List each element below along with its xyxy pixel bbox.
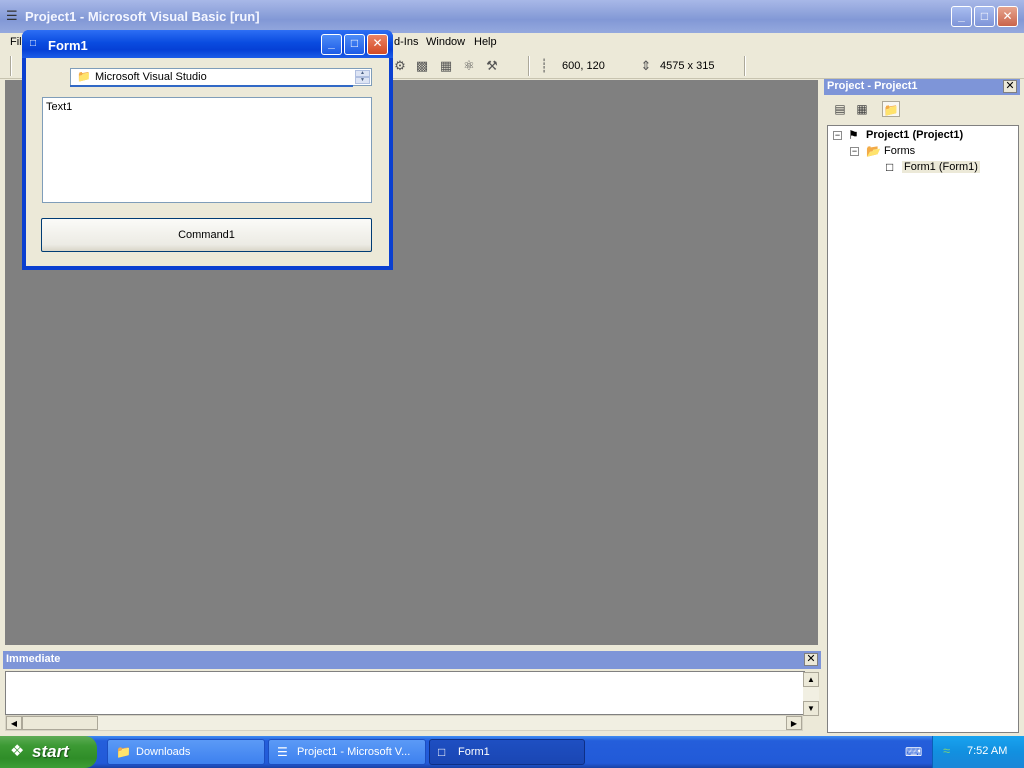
vb-app-icon: ☰ — [277, 745, 288, 759]
taskbar-item-vb[interactable]: ☰ Project1 - Microsoft V... — [268, 739, 426, 765]
data-view-icon[interactable]: ⚙ — [392, 58, 408, 74]
workspace-edge — [818, 80, 822, 645]
toolbar-separator — [528, 56, 530, 76]
immediate-title[interactable]: Immediate ✕ — [3, 651, 821, 669]
taskbar-item-downloads[interactable]: 📁 Downloads — [107, 739, 265, 765]
size-readout: 4575 x 315 — [660, 60, 715, 72]
immediate-input[interactable] — [5, 671, 805, 715]
scroll-right-arrow[interactable]: ▶ — [786, 716, 802, 730]
tree-item-forms[interactable]: Forms — [884, 145, 915, 157]
start-label: start — [32, 742, 69, 761]
view-object-icon[interactable]: ▦ — [853, 101, 871, 117]
project-explorer-title[interactable]: Project - Project1 ✕ — [824, 79, 1020, 95]
keyboard-icon[interactable]: ⌨ — [905, 746, 922, 758]
menu-addins[interactable]: d-Ins — [394, 36, 418, 48]
vb-app-icon: ☰ — [6, 8, 18, 23]
directory-list-scroller[interactable]: ▲ ▼ — [355, 70, 370, 84]
directory-list[interactable]: 📁 Microsoft Visual Studio ▲ ▼ — [70, 68, 372, 86]
immediate-close-button[interactable]: ✕ — [804, 653, 818, 666]
windows-logo-icon: ❖ — [10, 743, 25, 760]
form-window-icon: □ — [30, 38, 37, 49]
toggle-folders-icon[interactable]: 📁 — [882, 101, 900, 117]
project-explorer-title-text: Project - Project1 — [827, 80, 918, 92]
toolbox-icon[interactable]: ⚛ — [461, 58, 477, 74]
form1-minimize-button[interactable]: _ — [321, 34, 342, 55]
form1-maximize-button[interactable]: □ — [344, 34, 365, 55]
form1-titlebar[interactable]: □ Form1 _ □ ✕ — [22, 30, 393, 58]
folder-open-icon: 📂 — [866, 144, 881, 158]
spin-up-arrow[interactable]: ▲ — [355, 70, 370, 77]
form-layout-icon[interactable]: ▩ — [414, 58, 430, 74]
taskbar-label-vb: Project1 - Microsoft V... — [297, 746, 411, 758]
toolbar-grip — [10, 56, 12, 76]
minimize-button[interactable]: _ — [951, 6, 972, 27]
immediate-vscrollbar[interactable]: ▲ ▼ — [803, 672, 819, 716]
main-title: Project1 - Microsoft Visual Basic [run] — [25, 9, 260, 24]
text1-textbox[interactable]: Text1 — [42, 97, 372, 203]
form-window-icon: □ — [438, 745, 446, 759]
project-explorer: Project - Project1 ✕ ▤ ▦ 📁 − ⚑ Project1 … — [824, 79, 1020, 735]
menu-help[interactable]: Help — [474, 36, 497, 48]
taskbar-label-downloads: Downloads — [136, 746, 191, 758]
clock[interactable]: 7:52 AM — [967, 745, 1007, 757]
directory-item[interactable]: Microsoft Visual Studio — [95, 71, 207, 83]
tree-item-form1[interactable]: Form1 (Form1) — [902, 161, 980, 173]
taskbar: ❖ start 📁 Downloads ☰ Project1 - Microso… — [0, 736, 1024, 768]
project-icon: ⚑ — [848, 128, 859, 142]
taskbar-label-form1: Form1 — [458, 746, 490, 758]
start-button[interactable]: ❖ start — [0, 736, 97, 768]
form1-title: Form1 — [48, 38, 88, 53]
tree-item-project[interactable]: Project1 (Project1) — [866, 129, 963, 141]
system-tray: ≈ 7:52 AM — [932, 736, 1024, 768]
folder-icon: 📁 — [77, 71, 91, 83]
tools-icon[interactable]: ⚒ — [484, 58, 500, 74]
network-icon[interactable]: ≈ — [943, 744, 950, 758]
immediate-title-text: Immediate — [6, 653, 61, 665]
hscroll-thumb[interactable] — [22, 716, 98, 730]
view-code-icon[interactable]: ▤ — [831, 101, 849, 117]
taskbar-item-form1[interactable]: □ Form1 — [429, 739, 585, 765]
position-icon: ┊ — [540, 58, 548, 73]
scroll-down-arrow[interactable]: ▼ — [803, 701, 819, 716]
form1-client-area: 📁 Microsoft Visual Studio ▲ ▼ Text1 Comm… — [26, 58, 389, 266]
project-explorer-close-button[interactable]: ✕ — [1003, 80, 1017, 93]
project-tree: − ⚑ Project1 (Project1) − 📂 Forms □ Form… — [827, 125, 1019, 733]
expand-project-toggle[interactable]: − — [833, 131, 842, 140]
selection-underline — [70, 85, 353, 87]
folder-icon: 📁 — [116, 745, 131, 759]
form1-close-button[interactable]: ✕ — [367, 34, 388, 55]
immediate-hscrollbar[interactable]: ◀ ▶ — [5, 715, 803, 731]
position-readout: 600, 120 — [562, 60, 605, 72]
scroll-up-arrow[interactable]: ▲ — [803, 672, 819, 687]
toolbar-separator-end — [744, 56, 746, 76]
menu-window[interactable]: Window — [426, 36, 465, 48]
immediate-window: Immediate ✕ ▲ ▼ ◀ ▶ — [3, 651, 821, 733]
object-browser-icon[interactable]: ▦ — [438, 58, 454, 74]
form1-window: □ Form1 _ □ ✕ 📁 Microsoft Visual Studio … — [22, 30, 393, 270]
close-button[interactable]: ✕ — [997, 6, 1018, 27]
menu-file[interactable]: Fil — [10, 36, 22, 48]
form-icon: □ — [886, 160, 894, 174]
command1-button[interactable]: Command1 — [41, 218, 372, 252]
main-titlebar[interactable]: ☰ Project1 - Microsoft Visual Basic [run… — [0, 0, 1024, 33]
scroll-left-arrow[interactable]: ◀ — [6, 716, 22, 730]
project-explorer-toolbar: ▤ ▦ 📁 — [826, 97, 1018, 123]
spin-down-arrow[interactable]: ▼ — [355, 77, 370, 84]
size-icon: ⇕ — [640, 58, 652, 73]
expand-forms-toggle[interactable]: − — [850, 147, 859, 156]
maximize-button[interactable]: □ — [974, 6, 995, 27]
